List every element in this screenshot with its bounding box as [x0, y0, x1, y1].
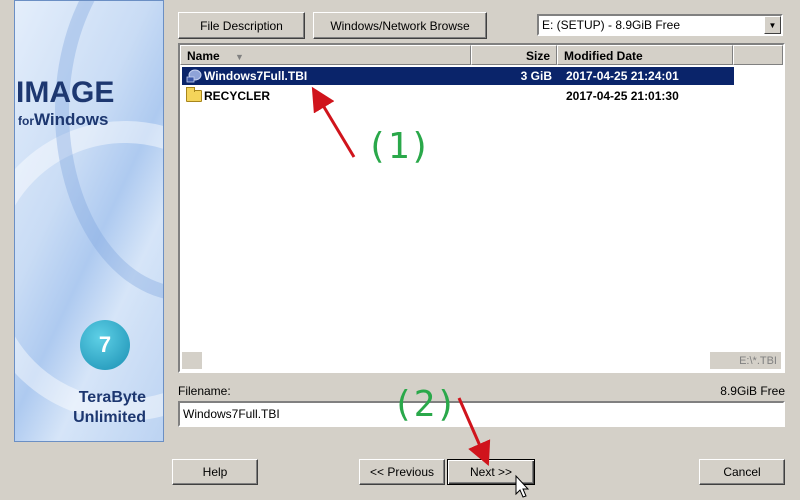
arrow-to-file-icon	[311, 86, 356, 158]
mouse-cursor-icon	[515, 474, 530, 498]
arrow-to-next-icon	[457, 397, 491, 466]
annotation-arrows	[311, 86, 530, 498]
